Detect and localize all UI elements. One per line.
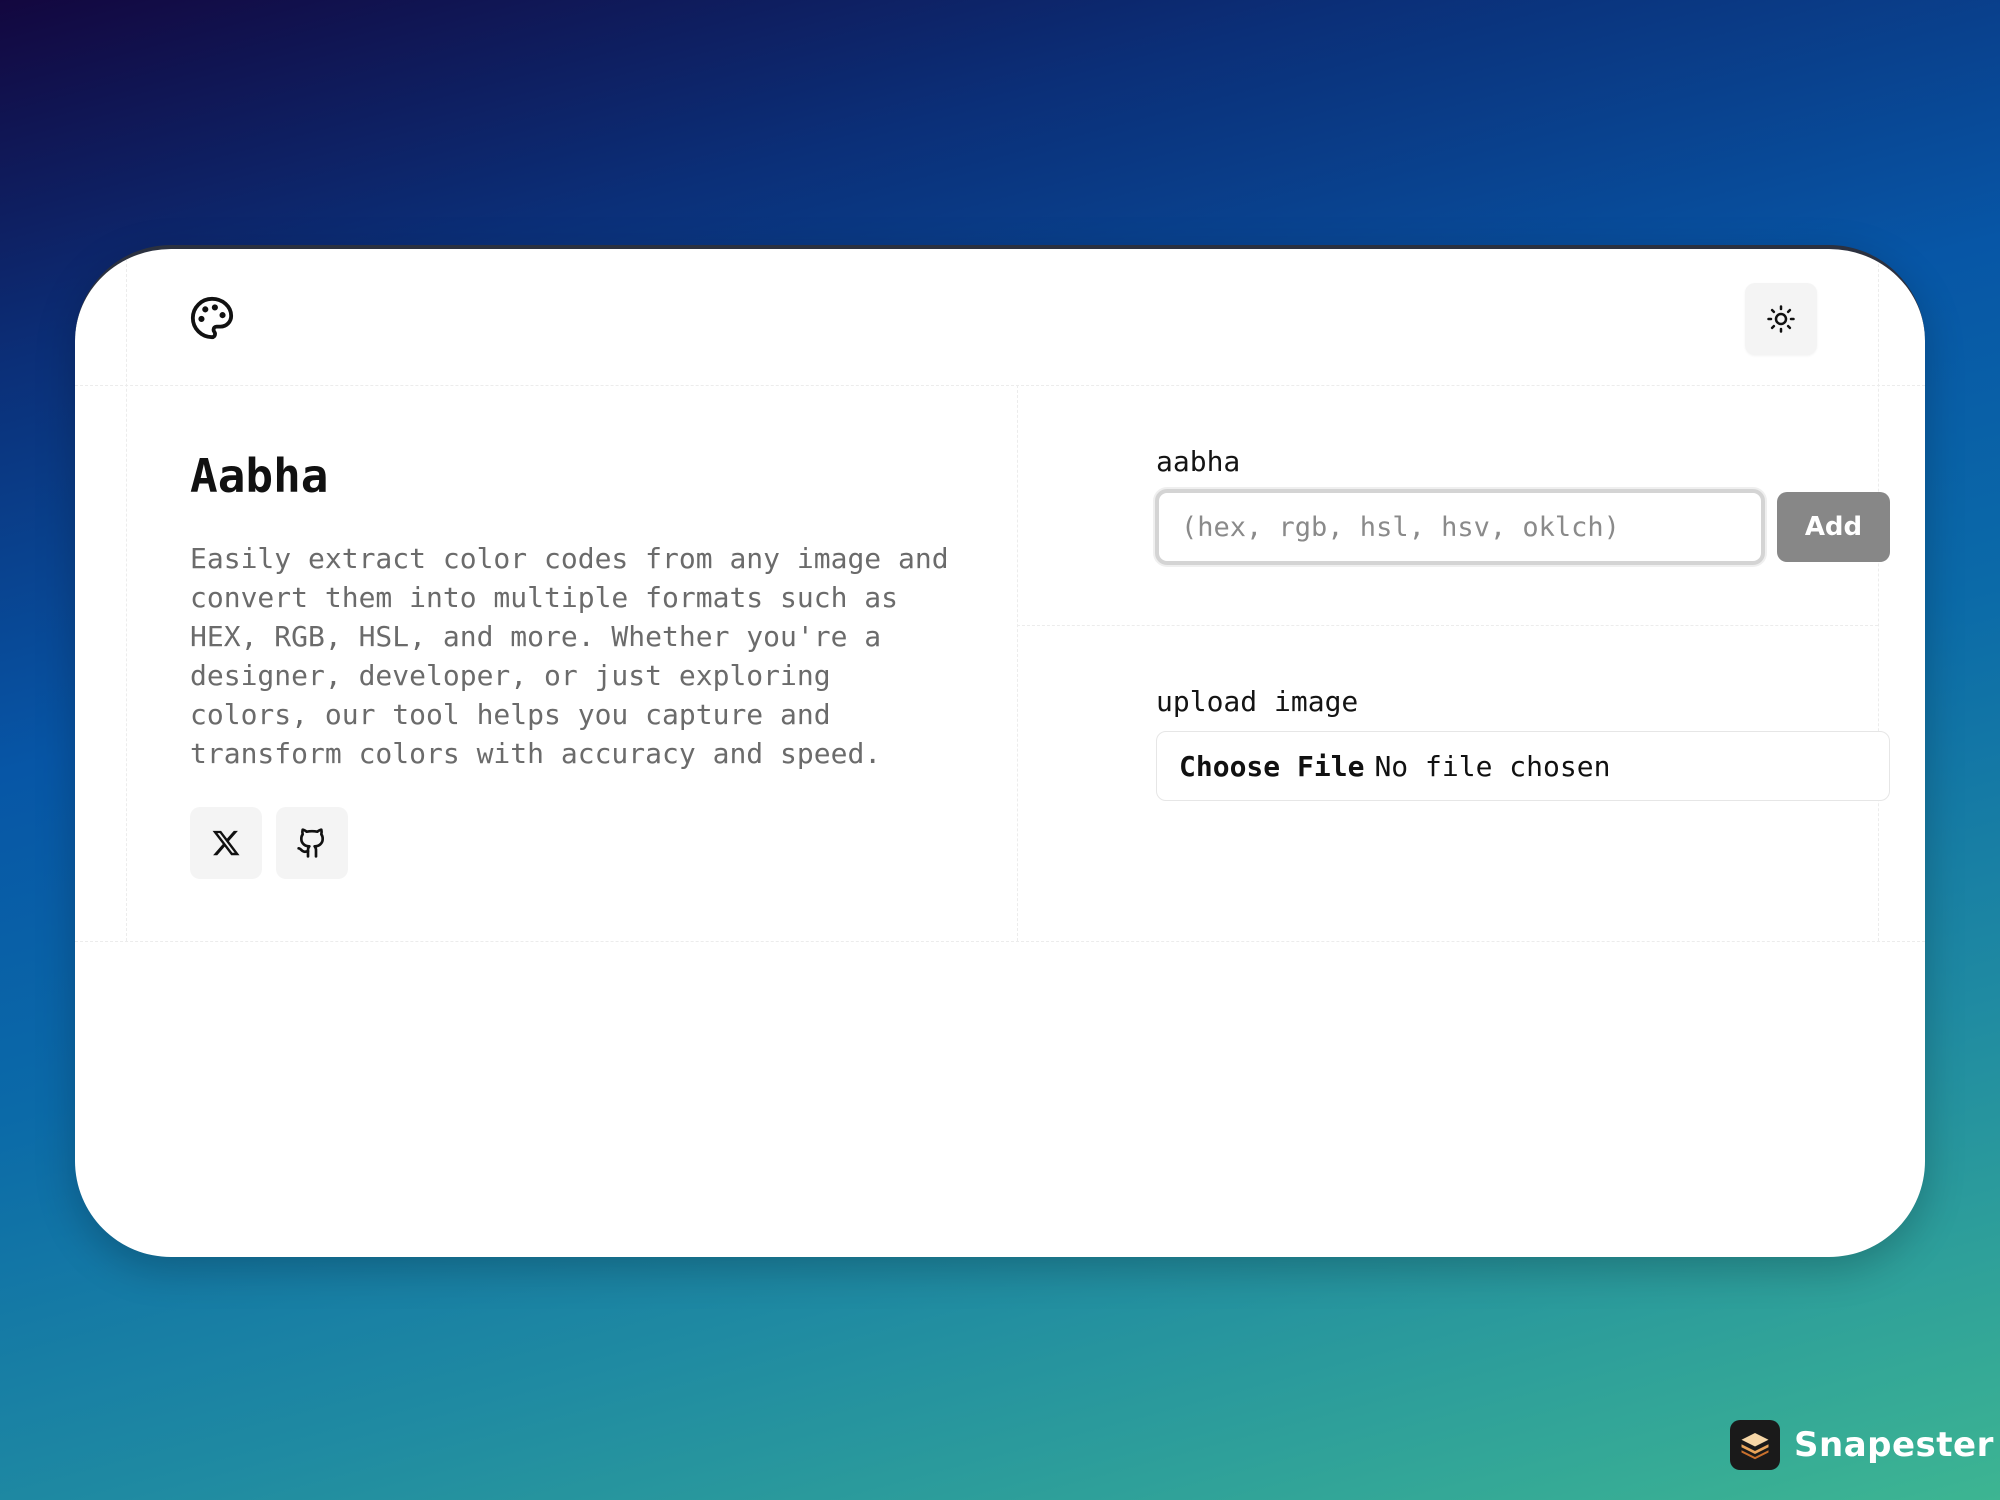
file-input[interactable]: Choose File No file chosen <box>1156 731 1890 801</box>
x-icon <box>212 830 240 856</box>
x-link-button[interactable] <box>190 807 262 879</box>
grid-line <box>126 249 127 941</box>
palette-icon <box>190 296 234 340</box>
choose-file-button[interactable]: Choose File <box>1179 750 1364 783</box>
page-title: Aabha <box>190 449 329 503</box>
grid-line <box>75 941 1925 942</box>
color-input-label: aabha <box>1156 445 1241 478</box>
sun-icon <box>1767 305 1795 333</box>
grid-line <box>1878 249 1879 941</box>
theme-toggle-button[interactable] <box>1745 283 1817 355</box>
upload-label: upload image <box>1156 685 1359 718</box>
page-description: Easily extract color codes from any imag… <box>190 542 949 770</box>
color-code-input[interactable] <box>1155 489 1765 565</box>
grid-line <box>1017 385 1018 941</box>
grid-line <box>1017 625 1878 626</box>
grid-line <box>75 385 1925 386</box>
logo-link[interactable] <box>187 293 237 343</box>
app-card: Aabha Easily extract color codes from an… <box>75 245 1925 1257</box>
snapester-logo-icon <box>1730 1420 1780 1470</box>
github-link-button[interactable] <box>276 807 348 879</box>
add-button[interactable]: Add <box>1777 492 1890 562</box>
watermark: Snapester <box>1730 1420 1994 1470</box>
github-icon <box>297 828 325 858</box>
brand-name: Snapester <box>1794 1425 1994 1465</box>
file-status: No file chosen <box>1374 749 1611 783</box>
